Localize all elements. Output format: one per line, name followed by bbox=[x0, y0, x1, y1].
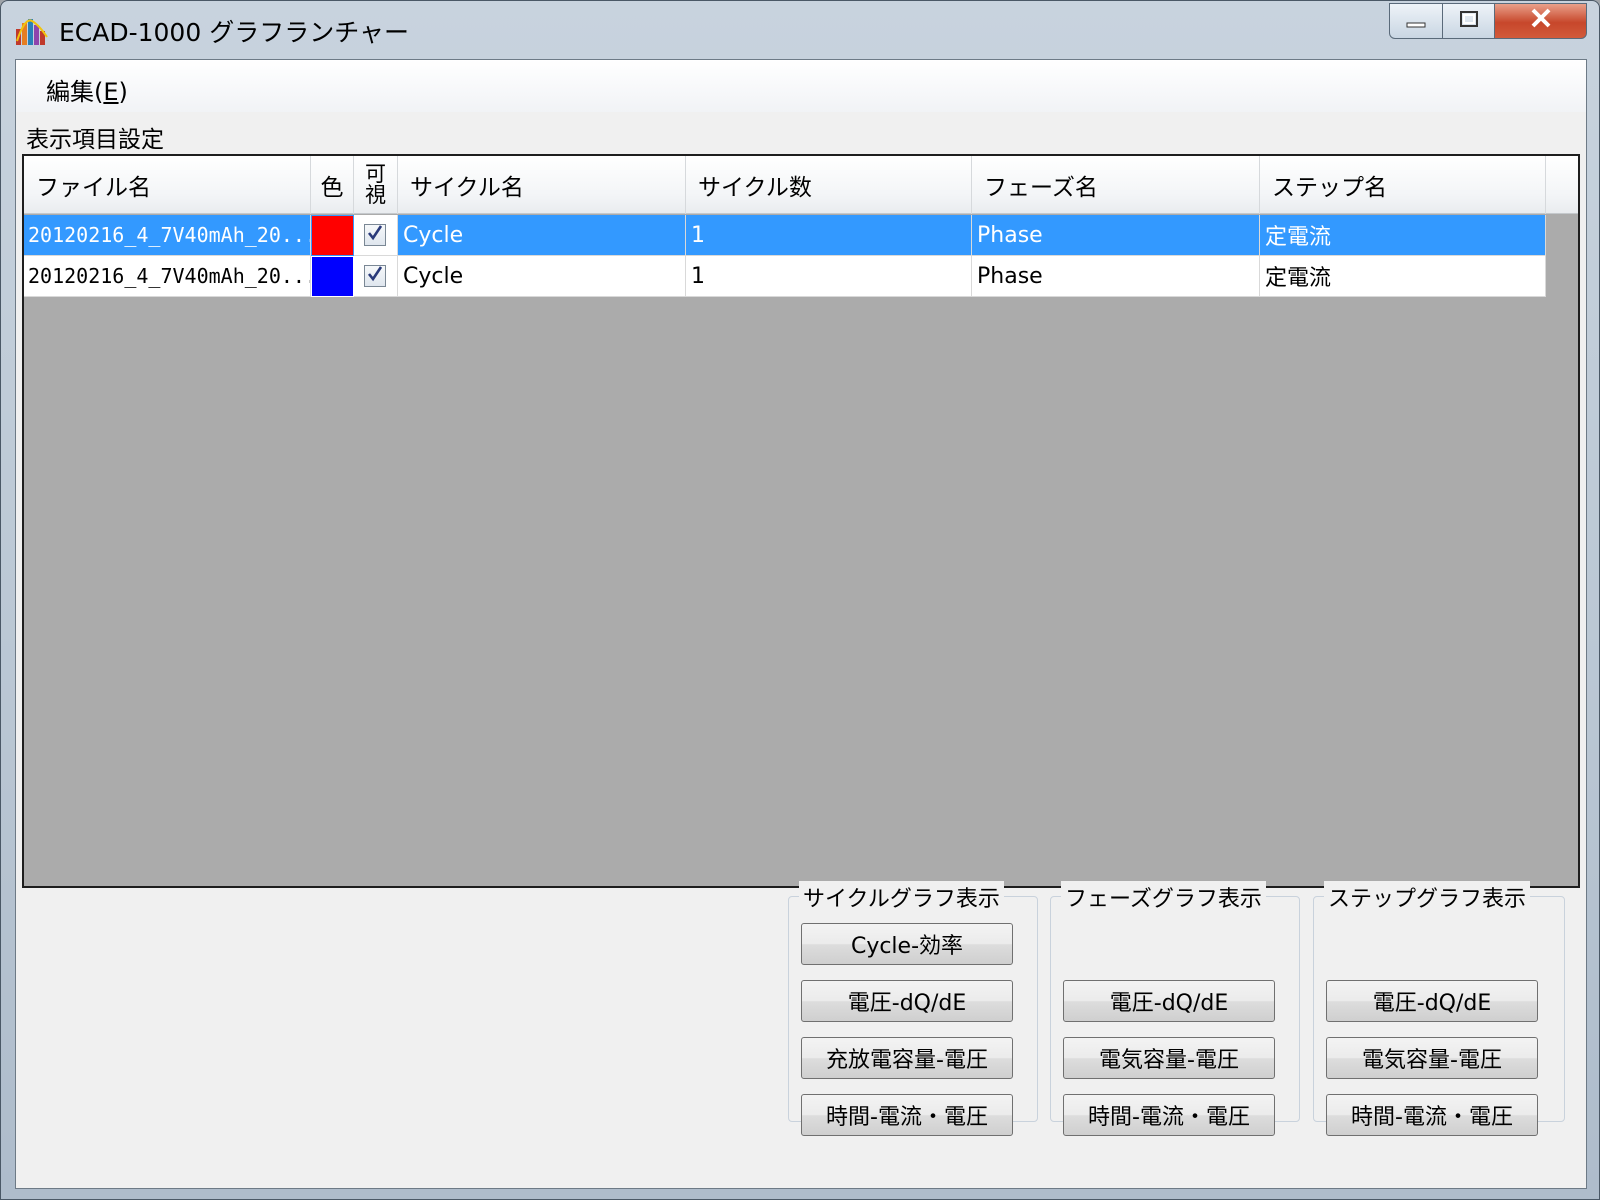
phase-voltage-dqde-button[interactable]: 電圧-dQ/dE bbox=[1063, 980, 1275, 1022]
cycle-charge-capacity-voltage-button[interactable]: 充放電容量-電圧 bbox=[801, 1037, 1013, 1079]
cell-visible bbox=[354, 256, 398, 297]
phase-capacity-voltage-button[interactable]: 電気容量-電圧 bbox=[1063, 1037, 1275, 1079]
cycle-voltage-dqde-button[interactable]: 電圧-dQ/dE bbox=[801, 980, 1013, 1022]
visible-checkbox[interactable] bbox=[364, 224, 386, 246]
phase-time-current-voltage-button[interactable]: 時間-電流・電圧 bbox=[1063, 1094, 1275, 1136]
header-cycle-count[interactable]: サイクル数 bbox=[686, 156, 972, 214]
step-time-current-voltage-button[interactable]: 時間-電流・電圧 bbox=[1326, 1094, 1538, 1136]
menu-edit-label: 編集( bbox=[46, 78, 104, 106]
step-voltage-dqde-button[interactable]: 電圧-dQ/dE bbox=[1326, 980, 1538, 1022]
header-step-name[interactable]: ステップ名 bbox=[1260, 156, 1546, 214]
cycle-efficiency-button[interactable]: Cycle-効率 bbox=[801, 923, 1013, 965]
header-visible-line2: 視 bbox=[365, 183, 386, 207]
step-capacity-voltage-button[interactable]: 電気容量-電圧 bbox=[1326, 1037, 1538, 1079]
step-graph-group-title: ステップグラフ表示 bbox=[1324, 881, 1531, 913]
maximize-button[interactable] bbox=[1443, 3, 1495, 39]
menu-bar: 編集(E) bbox=[16, 60, 1586, 112]
grid-header: ファイル名 色 可 視 サイクル名 サイクル数 フェーズ名 ステップ名 bbox=[24, 156, 1578, 214]
header-cycle-name[interactable]: サイクル名 bbox=[398, 156, 686, 214]
color-swatch[interactable] bbox=[312, 257, 353, 296]
window-title: ECAD-1000 グラフランチャー bbox=[59, 18, 409, 47]
cycle-graph-group-title: サイクルグラフ表示 bbox=[799, 881, 1004, 913]
cell-file-name[interactable]: 20120216_4_7V40mAh_20... bbox=[24, 215, 311, 256]
checkmark-icon bbox=[366, 223, 384, 248]
section-label: 表示項目設定 bbox=[26, 127, 164, 153]
phase-graph-group-title: フェーズグラフ表示 bbox=[1061, 881, 1266, 913]
cell-cycle-count[interactable]: 1 bbox=[686, 215, 972, 256]
cell-visible bbox=[354, 215, 398, 256]
title-bar[interactable]: ECAD-1000 グラフランチャー bbox=[1, 1, 1599, 59]
window-controls bbox=[1389, 3, 1587, 41]
header-phase-name[interactable]: フェーズ名 bbox=[972, 156, 1260, 214]
minimize-button[interactable] bbox=[1389, 3, 1443, 39]
cycle-graph-group: サイクルグラフ表示 Cycle-効率 電圧-dQ/dE 充放電容量-電圧 時間-… bbox=[788, 881, 1038, 1136]
cell-file-name[interactable]: 20120216_4_7V40mAh_20... bbox=[24, 256, 311, 297]
cell-step-name[interactable]: 定電流 bbox=[1260, 256, 1546, 297]
app-window: ECAD-1000 グラフランチャー 編集(E) 表示項目設定 ファイル名 色 … bbox=[0, 0, 1600, 1200]
minimize-icon bbox=[1405, 9, 1427, 34]
cell-cycle-name[interactable]: Cycle bbox=[398, 215, 686, 256]
cell-step-name[interactable]: 定電流 bbox=[1260, 215, 1546, 256]
checkmark-icon bbox=[366, 264, 384, 289]
maximize-icon bbox=[1458, 9, 1480, 34]
close-button[interactable] bbox=[1495, 3, 1587, 39]
menu-edit-suffix: ) bbox=[118, 78, 128, 106]
cell-phase-name[interactable]: Phase bbox=[972, 215, 1260, 256]
header-file-name[interactable]: ファイル名 bbox=[24, 156, 311, 214]
step-graph-group: ステップグラフ表示 電圧-dQ/dE 電気容量-電圧 時間-電流・電圧 bbox=[1313, 881, 1565, 1136]
cell-phase-name[interactable]: Phase bbox=[972, 256, 1260, 297]
menu-edit[interactable]: 編集(E) bbox=[46, 72, 128, 107]
visible-checkbox[interactable] bbox=[364, 265, 386, 287]
cycle-time-current-voltage-button[interactable]: 時間-電流・電圧 bbox=[801, 1094, 1013, 1136]
color-swatch[interactable] bbox=[312, 216, 353, 255]
close-icon bbox=[1529, 8, 1553, 34]
header-visible-line1: 可 bbox=[365, 162, 386, 186]
header-visible[interactable]: 可 視 bbox=[354, 156, 398, 214]
cell-cycle-name[interactable]: Cycle bbox=[398, 256, 686, 297]
data-grid[interactable]: ファイル名 色 可 視 サイクル名 サイクル数 フェーズ名 ステップ名 2012… bbox=[22, 154, 1580, 888]
phase-graph-group: フェーズグラフ表示 電圧-dQ/dE 電気容量-電圧 時間-電流・電圧 bbox=[1050, 881, 1300, 1136]
cell-cycle-count[interactable]: 1 bbox=[686, 256, 972, 297]
client-area: 編集(E) 表示項目設定 ファイル名 色 可 視 サイクル名 サイクル数 フェー… bbox=[15, 59, 1587, 1189]
table-row[interactable]: 20120216_4_7V40mAh_20... Cycle 1 Phase 定… bbox=[24, 256, 1546, 297]
menu-edit-mnemonic: E bbox=[103, 78, 119, 106]
header-color[interactable]: 色 bbox=[311, 156, 354, 214]
app-logo-icon bbox=[15, 15, 49, 47]
table-row[interactable]: 20120216_4_7V40mAh_20... Cycle 1 Phase 定… bbox=[24, 215, 1546, 256]
